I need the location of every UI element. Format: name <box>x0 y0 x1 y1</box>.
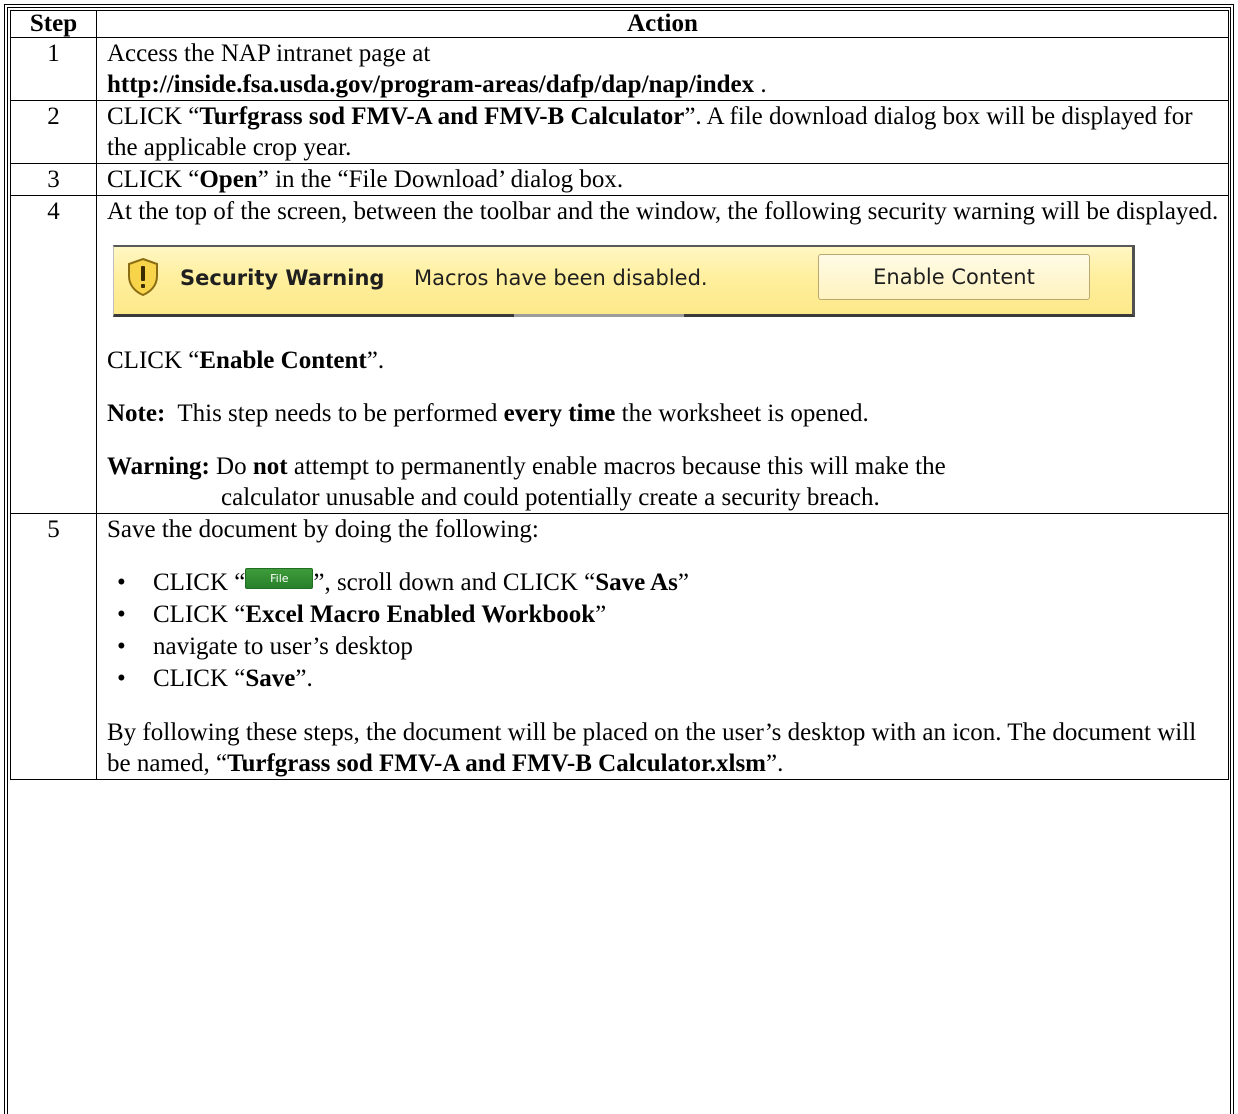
step4-click-line: CLICK “Enable Content”. <box>107 345 1222 376</box>
security-warning-figure: Security Warning Macros have been disabl… <box>107 235 1222 345</box>
text: ” <box>595 601 607 628</box>
scrollbar-fragment <box>514 314 684 317</box>
open-label: Open <box>199 166 258 193</box>
table-row: 5 Save the document by doing the followi… <box>10 513 1229 780</box>
warning-line-1: Warning: Do not attempt to permanently e… <box>107 451 1222 482</box>
text: ” <box>677 569 690 596</box>
security-warning-message: Macros have been disabled. <box>414 266 708 290</box>
bullet: • <box>117 569 126 596</box>
save-steps-list: • CLICK “File”, scroll down and CLICK “S… <box>107 567 1222 695</box>
save-label: Save <box>245 665 296 692</box>
macro-workbook-label: Excel Macro Enabled Workbook <box>245 601 596 628</box>
file-tab-button[interactable]: File <box>245 568 314 589</box>
text: ”, scroll down and CLICK “ <box>313 569 596 596</box>
warning-line-2: calculator unusable and could potentiall… <box>221 484 880 511</box>
step-action: Save the document by doing the following… <box>96 513 1229 780</box>
filename-label: Turfgrass sod FMV-A and FMV-B Calculator… <box>227 750 766 777</box>
text: ” in the “File Download’ dialog box. <box>257 166 624 193</box>
enable-content-label: Enable Content <box>199 347 367 374</box>
step1-url-line: http://inside.fsa.usda.gov/program-areas… <box>107 69 1222 100</box>
text: the worksheet is opened. <box>615 400 869 427</box>
warning-shield-icon <box>128 257 158 297</box>
save-as-label: Save As <box>595 569 678 596</box>
text: ”. <box>295 665 313 692</box>
step-action: CLICK “Open” in the “File Download’ dial… <box>96 163 1229 196</box>
step-action: Access the NAP intranet page at http://i… <box>96 37 1229 101</box>
text: This step needs to be performed <box>165 400 504 427</box>
table-row: 1 Access the NAP intranet page at http:/… <box>10 37 1229 101</box>
not-emphasis: not <box>252 453 288 480</box>
list-item: • CLICK “Save”. <box>107 663 1222 695</box>
list-item: • CLICK “File”, scroll down and CLICK “S… <box>107 567 1222 599</box>
note-label: Note: <box>107 400 166 427</box>
list-item: • CLICK “Excel Macro Enabled Workbook” <box>107 599 1222 631</box>
table-row: 4 At the top of the screen, between the … <box>10 195 1229 514</box>
step1-text: Access the NAP intranet page at <box>107 40 431 67</box>
text: CLICK “ <box>153 665 246 692</box>
bullet: • <box>117 665 126 692</box>
step5-intro: Save the document by doing the following… <box>107 516 539 543</box>
text: ”. <box>766 750 784 777</box>
text: Do <box>209 453 253 480</box>
enable-content-button[interactable]: Enable Content <box>818 254 1090 300</box>
every-time-emphasis: every time <box>503 400 616 427</box>
note-line: Note: This step needs to be performed ev… <box>107 398 1222 429</box>
bullet: • <box>117 633 126 660</box>
step-number: 2 <box>10 100 97 164</box>
list-item: • navigate to user’s desktop <box>107 631 1222 663</box>
step-number: 4 <box>10 195 97 514</box>
step-number: 5 <box>10 513 97 780</box>
step-action: At the top of the screen, between the to… <box>96 195 1229 514</box>
step-action: CLICK “Turfgrass sod FMV-A and FMV-B Cal… <box>96 100 1229 164</box>
steps-table: Step Action 1 Access the NAP intranet pa… <box>10 10 1229 780</box>
step-number: 1 <box>10 37 97 101</box>
text: CLICK “ <box>107 166 200 193</box>
text: CLICK “ <box>153 569 246 596</box>
text: CLICK “ <box>107 103 200 130</box>
step5-outro: By following these steps, the document w… <box>107 717 1222 779</box>
url-suffix: . <box>754 71 767 98</box>
text: ”. <box>366 347 385 374</box>
table-row: 2 CLICK “Turfgrass sod FMV-A and FMV-B C… <box>10 100 1229 164</box>
security-warning-bar: Security Warning Macros have been disabl… <box>113 245 1135 317</box>
bullet: • <box>117 601 126 628</box>
text: attempt to permanently enable macros bec… <box>287 453 946 480</box>
step-number: 3 <box>10 163 97 196</box>
security-warning-title: Security Warning <box>180 266 385 290</box>
warning-label: Warning: <box>107 453 210 480</box>
nap-intranet-url[interactable]: http://inside.fsa.usda.gov/program-areas… <box>107 71 754 98</box>
table-header-row: Step Action <box>10 10 1229 38</box>
table-row: 3 CLICK “Open” in the “File Download’ di… <box>10 163 1229 196</box>
header-action: Action <box>96 10 1229 38</box>
calculator-link[interactable]: Turfgrass sod FMV-A and FMV-B Calculator <box>199 103 684 130</box>
text: CLICK “ <box>153 601 246 628</box>
step4-intro: At the top of the screen, between the to… <box>107 198 1219 225</box>
header-step: Step <box>10 10 97 38</box>
text: CLICK “ <box>107 347 200 374</box>
text: navigate to user’s desktop <box>153 633 413 660</box>
